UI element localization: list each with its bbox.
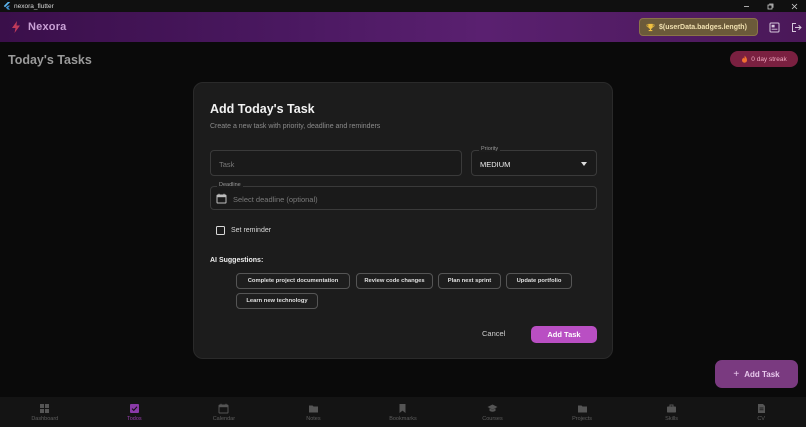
nav-label: Bookmarks bbox=[389, 415, 417, 422]
priority-dropdown[interactable]: Priority MEDIUM bbox=[471, 146, 597, 176]
app-brand: Nexora bbox=[28, 21, 67, 33]
nav-item-courses[interactable]: Courses bbox=[448, 397, 538, 427]
deadline-label: Deadline bbox=[217, 182, 243, 188]
flutter-icon bbox=[3, 2, 11, 10]
suggestion-chip[interactable]: Complete project documentation bbox=[236, 273, 350, 289]
document-icon bbox=[757, 403, 765, 413]
restore-button[interactable] bbox=[758, 0, 782, 12]
cancel-button[interactable]: Cancel bbox=[482, 329, 505, 338]
reminder-label: Set reminder bbox=[231, 227, 272, 234]
nav-label: CV bbox=[757, 415, 765, 422]
dialog-subtitle: Create a new task with priority, deadlin… bbox=[210, 123, 381, 130]
suggestion-chip[interactable]: Review code changes bbox=[356, 273, 433, 289]
nav-item-calendar[interactable]: Calendar bbox=[179, 397, 269, 427]
nav-label: Dashboard bbox=[31, 415, 59, 422]
flame-icon bbox=[742, 55, 748, 63]
checkbox-icon bbox=[129, 403, 139, 413]
add-task-dialog: Add Today's Task Create a new task with … bbox=[193, 82, 613, 359]
priority-value: MEDIUM bbox=[480, 160, 511, 169]
app-root: nexora_flutter Nexora $(userData.badges.… bbox=[0, 0, 806, 427]
bookmark-icon bbox=[399, 403, 406, 413]
graduation-cap-icon bbox=[487, 404, 498, 412]
page-title: Today's Tasks bbox=[8, 53, 92, 67]
calendar-icon bbox=[218, 403, 229, 413]
deadline-picker[interactable]: Deadline Select deadline (optional) bbox=[210, 182, 597, 210]
nav-item-cv[interactable]: CV bbox=[716, 397, 806, 427]
trophy-icon bbox=[646, 23, 655, 31]
logout-button[interactable] bbox=[789, 20, 803, 34]
calendar-icon bbox=[216, 193, 227, 204]
minimize-button[interactable] bbox=[734, 0, 758, 12]
streak-label: 0 day streak bbox=[751, 55, 787, 63]
close-window-button[interactable] bbox=[782, 0, 806, 12]
suggestion-chip[interactable]: Learn new technology bbox=[236, 293, 318, 309]
profile-button[interactable] bbox=[767, 20, 781, 34]
dropdown-arrow-icon bbox=[581, 162, 587, 166]
bottom-navigation: Dashboard Todos Calendar Notes Bookmarks… bbox=[0, 397, 806, 427]
logout-icon bbox=[791, 22, 802, 32]
set-reminder-row[interactable]: Set reminder bbox=[216, 226, 271, 235]
restore-icon bbox=[767, 3, 773, 9]
suggestion-chip[interactable]: Update portfolio bbox=[506, 273, 572, 289]
badges-chip[interactable]: $(userData.badges.length) bbox=[639, 18, 758, 36]
folder-icon bbox=[577, 405, 587, 412]
nav-label: Notes bbox=[306, 415, 321, 422]
priority-label: Priority bbox=[479, 146, 501, 152]
lightning-icon bbox=[12, 21, 20, 33]
task-placeholder: Task bbox=[219, 160, 235, 169]
app-bar: Nexora $(userData.badges.length) bbox=[0, 12, 806, 42]
nav-label: Projects bbox=[572, 415, 592, 422]
nav-label: Todos bbox=[126, 415, 142, 422]
nav-item-notes[interactable]: Notes bbox=[269, 397, 359, 427]
profile-card-icon bbox=[769, 22, 779, 32]
deadline-placeholder: Select deadline (optional) bbox=[233, 195, 318, 204]
plus-icon: + bbox=[733, 368, 740, 380]
close-icon bbox=[791, 3, 797, 9]
nav-item-todos[interactable]: Todos bbox=[90, 397, 180, 427]
fab-label: Add Task bbox=[744, 369, 780, 379]
add-task-button[interactable]: Add Task bbox=[531, 326, 597, 343]
task-input[interactable]: Task bbox=[210, 150, 462, 176]
streak-badge: 0 day streak bbox=[730, 51, 798, 67]
dashboard-icon bbox=[40, 403, 50, 413]
minimize-icon bbox=[743, 5, 749, 7]
window-title: nexora_flutter bbox=[14, 2, 54, 10]
nav-label: Skills bbox=[665, 415, 679, 422]
nav-item-projects[interactable]: Projects bbox=[537, 397, 627, 427]
briefcase-icon bbox=[667, 404, 677, 412]
badges-chip-label: $(userData.badges.length) bbox=[659, 23, 747, 31]
folder-icon bbox=[308, 405, 318, 412]
window-controls bbox=[734, 0, 806, 12]
reminder-checkbox[interactable] bbox=[216, 226, 225, 235]
nav-item-skills[interactable]: Skills bbox=[627, 397, 717, 427]
nav-item-bookmarks[interactable]: Bookmarks bbox=[358, 397, 448, 427]
add-task-fab[interactable]: + Add Task bbox=[715, 360, 798, 388]
window-titlebar: nexora_flutter bbox=[0, 0, 806, 12]
nav-label: Courses bbox=[482, 415, 503, 422]
nav-item-dashboard[interactable]: Dashboard bbox=[0, 397, 90, 427]
dialog-title: Add Today's Task bbox=[210, 102, 315, 116]
ai-suggestions-label: AI Suggestions: bbox=[210, 257, 264, 264]
suggestion-chip[interactable]: Plan next sprint bbox=[438, 273, 501, 289]
nav-label: Calendar bbox=[212, 415, 236, 422]
